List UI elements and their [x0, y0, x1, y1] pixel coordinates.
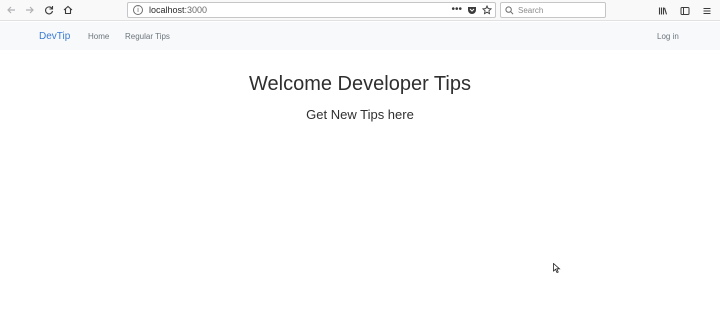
nav-link-regular-tips[interactable]: Regular Tips: [125, 32, 170, 41]
pocket-icon[interactable]: [467, 5, 477, 15]
mouse-cursor-icon: [553, 263, 561, 273]
search-icon: [505, 5, 514, 14]
forward-button[interactable]: [21, 1, 39, 19]
menu-button[interactable]: [698, 2, 716, 20]
login-link[interactable]: Log in: [657, 32, 679, 41]
reload-button[interactable]: [40, 1, 58, 19]
reload-icon: [45, 6, 54, 15]
url-text[interactable]: localhost:3000: [149, 5, 207, 15]
app-navbar: DevTip Home Regular Tips Log in: [0, 22, 720, 50]
info-icon[interactable]: i: [133, 5, 143, 15]
search-input[interactable]: [518, 5, 598, 15]
brand-link[interactable]: DevTip: [39, 31, 70, 42]
search-bar[interactable]: [500, 2, 606, 18]
star-icon[interactable]: [482, 5, 492, 15]
url-bar[interactable]: i localhost:3000 •••: [127, 2, 496, 18]
sidebar-button[interactable]: [676, 2, 694, 20]
nav-link-home[interactable]: Home: [88, 32, 109, 41]
home-icon: [63, 5, 73, 15]
more-icon[interactable]: •••: [451, 5, 462, 15]
navigation-buttons: [2, 1, 78, 19]
page-title: Welcome Developer Tips: [249, 73, 471, 95]
browser-toolbar: i localhost:3000 •••: [0, 0, 720, 21]
arrow-left-icon: [7, 6, 15, 14]
url-port: :3000: [184, 5, 208, 15]
arrow-right-icon: [26, 6, 34, 14]
browser-right-tools: [654, 1, 716, 20]
back-button[interactable]: [2, 1, 20, 19]
page-subtitle: Get New Tips here: [306, 107, 414, 122]
home-button[interactable]: [59, 1, 77, 19]
library-button[interactable]: [654, 2, 672, 20]
url-host: localhost: [149, 5, 185, 15]
url-actions: •••: [451, 3, 492, 17]
main-content: Welcome Developer Tips Get New Tips here: [0, 50, 720, 325]
hamburger-menu-icon: [703, 7, 711, 14]
library-icon: [658, 7, 668, 15]
sidebar-icon: [680, 6, 690, 15]
